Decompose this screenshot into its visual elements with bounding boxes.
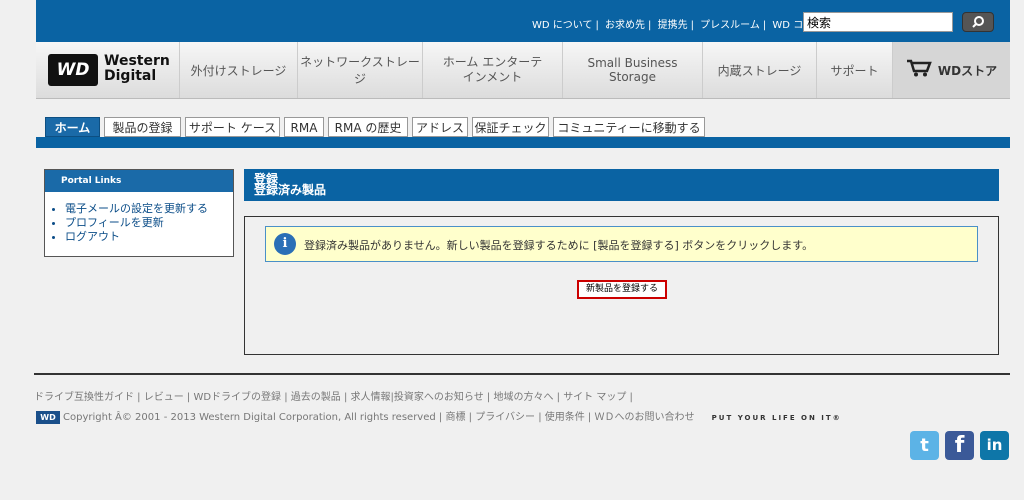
info-icon: i — [274, 233, 296, 255]
footer-link-privacy[interactable]: プライバシー — [475, 412, 535, 423]
footer-links: ドライブ互換性ガイド | レビュー | WDドライブの登録 | 過去の製品 | … — [34, 392, 633, 403]
logo-text-western: Western — [104, 53, 170, 69]
nav-network-storage[interactable]: ネットワークストレージ — [297, 42, 422, 98]
copyright-text: Copyright Â© 2001 - 2013 Western Digital… — [63, 412, 436, 423]
info-message: i 登録済み製品がありません。新しい製品を登録するために [製品を登録する] ボ… — [265, 226, 978, 262]
portal-links-panel: Portal Links 電子メールの設定を更新する プロフィールを更新 ログア… — [44, 169, 234, 257]
footer-link-community[interactable]: 地域の方々へ — [493, 392, 553, 403]
tab-warranty-check[interactable]: 保証チェック — [472, 117, 549, 137]
twitter-icon[interactable]: t — [910, 431, 939, 460]
linkedin-icon[interactable]: in — [980, 431, 1009, 460]
search-icon — [972, 16, 984, 28]
tab-register-product[interactable]: 製品の登録 — [104, 117, 181, 137]
nav-small-business-storage[interactable]: Small Business Storage — [562, 42, 702, 98]
footer-link-register-drive[interactable]: WDドライブの登録 — [193, 392, 281, 403]
tab-rma-history[interactable]: RMA の歴史 — [328, 117, 408, 137]
nav-internal-storage[interactable]: 内蔵ストレージ — [702, 42, 816, 98]
top-link-where-to-buy[interactable]: お求め先 — [605, 20, 645, 31]
footer-link-contact[interactable]: ＷＤへのお問い合わせ — [594, 412, 694, 423]
portal-link-logout[interactable]: ログアウト — [65, 230, 233, 244]
cart-icon — [906, 59, 932, 81]
tab-support-case[interactable]: サポート ケース — [185, 117, 280, 137]
portal-link-update-profile[interactable]: プロフィールを更新 — [65, 216, 233, 230]
footer-link-investors[interactable]: 投資家へのお知らせ — [394, 392, 484, 403]
register-new-product-button[interactable]: 新製品を登録する — [577, 280, 667, 299]
portal-links-title: Portal Links — [45, 170, 233, 192]
copyright-row: WD Copyright Â© 2001 - 2013 Western Digit… — [36, 408, 842, 424]
footer-link-past-products[interactable]: 過去の製品 — [291, 392, 341, 403]
search-input[interactable] — [803, 12, 953, 32]
tab-address[interactable]: アドレス — [412, 117, 468, 137]
logo-text-digital: Digital — [104, 68, 157, 84]
tab-home[interactable]: ホーム — [45, 117, 100, 137]
portal-link-email-settings[interactable]: 電子メールの設定を更新する — [65, 202, 233, 216]
top-link-about[interactable]: WD について — [532, 20, 592, 31]
tab-community[interactable]: コミュニティーに移動する — [553, 117, 705, 137]
registered-products-panel: i 登録済み製品がありません。新しい製品を登録するために [製品を登録する] ボ… — [244, 216, 999, 355]
wd-mini-logo: WD — [36, 410, 60, 424]
footer-link-compatibility[interactable]: ドライブ互換性ガイド — [34, 392, 134, 403]
footer-link-sitemap[interactable]: サイト マップ — [563, 392, 626, 403]
main-nav: WD Western Digital 外付けストレージ ネットワークストレージ … — [36, 42, 1010, 99]
top-link-press[interactable]: プレスルーム — [700, 20, 760, 31]
footer-link-reviews[interactable]: レビュー — [144, 392, 184, 403]
search-button[interactable] — [962, 12, 994, 32]
wd-logo-mark: WD — [48, 54, 98, 86]
nav-wd-store-label: WDストア — [937, 63, 998, 78]
top-link-partners[interactable]: 提携先 — [658, 20, 688, 31]
footer-link-jobs[interactable]: 求人情報 — [351, 392, 391, 403]
nav-wd-store[interactable]: WDストア — [892, 42, 1010, 98]
tab-underline-strip — [36, 137, 1010, 148]
info-message-text: 登録済み製品がありません。新しい製品を登録するために [製品を登録する] ボタン… — [304, 239, 814, 252]
nav-external-storage[interactable]: 外付けストレージ — [179, 42, 297, 98]
footer-divider — [34, 373, 1010, 375]
portal-links-list: 電子メールの設定を更新する プロフィールを更新 ログアウト — [45, 202, 233, 244]
section-title-registered-products: 登録済み製品 — [254, 183, 327, 197]
footer-link-terms[interactable]: 使用条件 — [545, 412, 585, 423]
wd-logo[interactable]: WD Western Digital — [48, 53, 170, 86]
section-header: 登録 登録済み製品 — [244, 169, 999, 201]
facebook-icon[interactable]: f — [945, 431, 974, 460]
nav-home-entertainment[interactable]: ホーム エンターテ インメント — [422, 42, 562, 98]
tab-rma[interactable]: RMA — [284, 117, 324, 137]
tagline: PUT YOUR LIFE ON IT® — [711, 414, 842, 422]
nav-support[interactable]: サポート — [816, 42, 892, 98]
footer-link-trademark[interactable]: 商標 — [445, 412, 465, 423]
